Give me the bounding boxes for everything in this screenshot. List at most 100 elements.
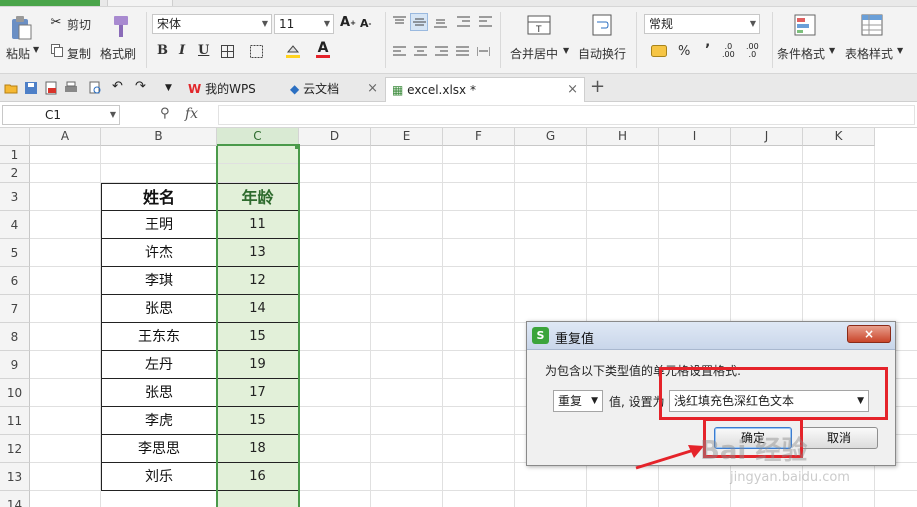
row-header-8[interactable]: 8: [0, 323, 30, 351]
table-cell-name[interactable]: 左丹: [101, 351, 217, 379]
merge-center-button[interactable]: 合并居中: [510, 45, 558, 62]
scissors-icon[interactable]: ✂: [49, 15, 63, 30]
table-cell-name[interactable]: 李琪: [101, 267, 217, 295]
print-preview-icon[interactable]: [88, 81, 102, 95]
row-header-9[interactable]: 9: [0, 351, 30, 379]
table-cell-name[interactable]: 张思: [101, 379, 217, 407]
align-middle-icon[interactable]: [410, 13, 428, 31]
dialog-titlebar[interactable]: S 重复值 ×: [527, 322, 895, 350]
format-painter-button[interactable]: 格式刷: [100, 45, 136, 62]
increase-decimal-icon[interactable]: .0.00: [722, 43, 735, 59]
dialog-close-button[interactable]: ×: [847, 325, 891, 343]
table-style-dropdown-icon[interactable]: ▼: [897, 46, 903, 55]
cancel-button[interactable]: 取消: [800, 427, 878, 449]
row-header-13[interactable]: 13: [0, 463, 30, 491]
align-left-icon[interactable]: [392, 45, 406, 57]
wrap-text-icon[interactable]: [590, 13, 614, 37]
row-header-10[interactable]: 10: [0, 379, 30, 407]
copy-button[interactable]: 复制: [67, 45, 91, 62]
table-cell-age[interactable]: 15: [217, 323, 299, 351]
row-header-6[interactable]: 6: [0, 267, 30, 295]
table-cell-age[interactable]: 16: [217, 463, 299, 491]
table-cell-age[interactable]: 12: [217, 267, 299, 295]
column-header-c[interactable]: C: [217, 128, 299, 146]
italic-button[interactable]: I: [179, 43, 185, 58]
row-header-12[interactable]: 12: [0, 435, 30, 463]
tab-cloud-docs[interactable]: ◆ 云文档 ×: [286, 77, 384, 102]
percent-button[interactable]: %: [678, 44, 690, 59]
column-header-b[interactable]: B: [101, 128, 217, 146]
comma-button[interactable]: ’: [705, 42, 710, 58]
header-cell-age[interactable]: 年龄: [217, 183, 299, 211]
font-name-select[interactable]: 宋体 ▼: [152, 14, 272, 34]
table-cell-age[interactable]: 11: [217, 211, 299, 239]
align-right-icon[interactable]: [434, 45, 448, 57]
customize-toolbar-icon[interactable]: ▼: [165, 83, 179, 97]
merge-center-icon[interactable]: T: [527, 13, 551, 37]
font-color-icon[interactable]: A: [315, 41, 331, 59]
copy-icon[interactable]: [50, 43, 63, 57]
row-header-4[interactable]: 4: [0, 211, 30, 239]
column-header-k[interactable]: K: [803, 128, 875, 146]
tab-excel-file[interactable]: ▦ excel.xlsx * ×: [385, 77, 585, 102]
table-style-button[interactable]: 表格样式: [845, 45, 893, 62]
paste-button[interactable]: 粘贴: [6, 45, 30, 62]
decrease-font-icon[interactable]: A-: [360, 17, 371, 30]
tab-my-wps[interactable]: W 我的WPS: [184, 77, 282, 102]
table-cell-name[interactable]: 李虎: [101, 407, 217, 435]
distribute-icon[interactable]: [476, 45, 490, 57]
increase-font-icon[interactable]: A +: [340, 15, 356, 30]
table-style-icon[interactable]: [861, 13, 885, 39]
justify-icon[interactable]: [455, 45, 469, 57]
fill-color-icon[interactable]: [285, 43, 301, 59]
currency-icon[interactable]: [650, 43, 668, 59]
new-tab-button[interactable]: +: [590, 76, 605, 97]
column-header-h[interactable]: H: [587, 128, 659, 146]
wps-menu-tab[interactable]: [0, 0, 100, 6]
row-header-14[interactable]: 14: [0, 491, 30, 507]
indent-increase-icon[interactable]: [478, 15, 492, 29]
column-header-e[interactable]: E: [371, 128, 443, 146]
redo-icon[interactable]: ↷: [135, 79, 149, 94]
formula-input[interactable]: [218, 105, 915, 125]
select-all-corner[interactable]: [0, 128, 30, 146]
row-header-3[interactable]: 3: [0, 183, 30, 211]
column-header-g[interactable]: G: [515, 128, 587, 146]
export-pdf-icon[interactable]: [44, 81, 58, 95]
indent-decrease-icon[interactable]: [456, 15, 470, 29]
paste-dropdown-icon[interactable]: ▼: [33, 45, 39, 54]
table-cell-age[interactable]: 19: [217, 351, 299, 379]
print-icon[interactable]: [64, 81, 78, 95]
table-cell-name[interactable]: 许杰: [101, 239, 217, 267]
column-header-d[interactable]: D: [299, 128, 371, 146]
border-icon[interactable]: [220, 44, 234, 58]
cut-button[interactable]: 剪切: [67, 16, 91, 33]
table-cell-name[interactable]: 王东东: [101, 323, 217, 351]
table-cell-age[interactable]: 15: [217, 407, 299, 435]
align-center-icon[interactable]: [413, 45, 427, 57]
close-icon[interactable]: ×: [567, 78, 578, 102]
align-top-icon[interactable]: [392, 15, 406, 29]
fill-handle[interactable]: [295, 144, 300, 149]
rule-type-select[interactable]: 重复 ▼: [553, 390, 603, 412]
name-box[interactable]: C1 ▼: [2, 105, 120, 125]
table-cell-age[interactable]: 14: [217, 295, 299, 323]
save-icon[interactable]: [24, 81, 38, 95]
bold-button[interactable]: B: [157, 43, 168, 58]
fill-grid-icon[interactable]: [249, 44, 263, 58]
table-cell-name[interactable]: 刘乐: [101, 463, 217, 491]
insert-function-button[interactable]: fx: [185, 106, 198, 122]
zoom-search-icon[interactable]: ⚲: [160, 106, 170, 121]
table-cell-age[interactable]: 18: [217, 435, 299, 463]
table-cell-name[interactable]: 王明: [101, 211, 217, 239]
table-cell-age[interactable]: 13: [217, 239, 299, 267]
row-header-11[interactable]: 11: [0, 407, 30, 435]
decrease-decimal-icon[interactable]: .00.0: [746, 43, 759, 59]
table-cell-age[interactable]: 17: [217, 379, 299, 407]
column-header-f[interactable]: F: [443, 128, 515, 146]
open-folder-icon[interactable]: [4, 81, 18, 95]
format-painter-icon[interactable]: [107, 14, 131, 40]
row-header-2[interactable]: 2: [0, 164, 30, 183]
table-cell-name[interactable]: 李思思: [101, 435, 217, 463]
row-header-7[interactable]: 7: [0, 295, 30, 323]
